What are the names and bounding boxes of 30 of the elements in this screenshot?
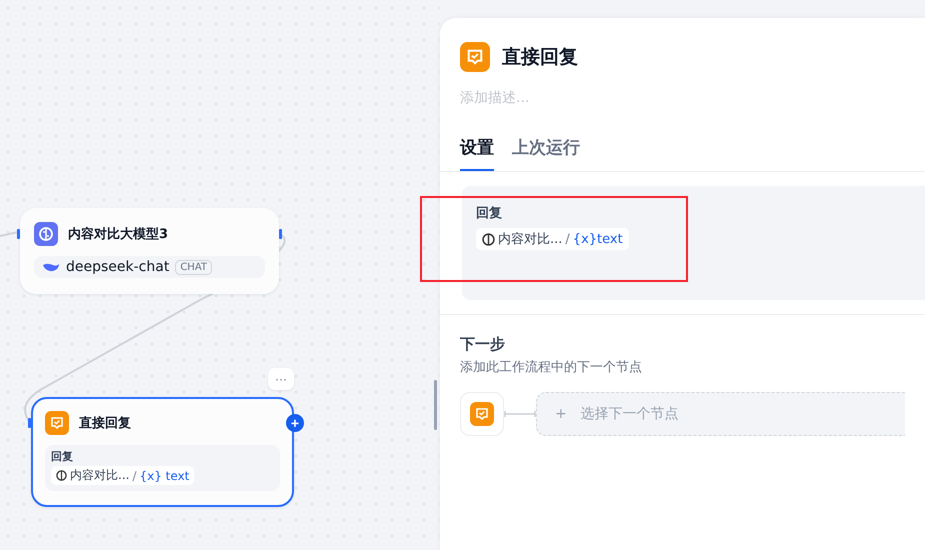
reply-field[interactable]: 回复 内容对比... / {x}text (462, 186, 925, 300)
output-port[interactable] (279, 229, 282, 239)
tab[interactable]: 上次运行 (512, 130, 580, 171)
add-node-button[interactable]: + (286, 414, 304, 432)
connector-line (0, 231, 18, 237)
variable-source: 内容对比... (498, 231, 562, 248)
section-title: 下一步 (460, 335, 505, 354)
resize-handle[interactable] (434, 380, 437, 430)
panel-title: 直接回复 (502, 45, 578, 70)
node-title: 直接回复 (79, 414, 131, 432)
more-button[interactable]: ··· (268, 368, 294, 390)
model-name: deepseek-chat (66, 259, 170, 275)
workflow-node[interactable]: 内容对比大模型3 deepseek-chat CHAT (20, 208, 279, 294)
tab[interactable]: 设置 (460, 130, 494, 171)
field-label: 回复 (51, 449, 73, 464)
reply-icon (460, 42, 490, 72)
variable-name: {x} text (140, 468, 190, 482)
input-port[interactable] (17, 229, 20, 239)
model-type-badge: CHAT (175, 260, 212, 274)
path-separator: / (132, 468, 136, 482)
connector-line (504, 410, 536, 418)
input-port[interactable] (28, 418, 31, 428)
section-description: 添加此工作流程中的下一个节点 (460, 359, 642, 376)
node-title: 内容对比大模型3 (68, 226, 168, 243)
variable-name: {x}text (572, 232, 623, 246)
variable-source: 内容对比... (70, 467, 130, 484)
reply-icon (45, 411, 69, 435)
path-separator: / (565, 232, 570, 246)
reply-icon (470, 402, 494, 426)
field-label: 回复 (476, 205, 502, 222)
